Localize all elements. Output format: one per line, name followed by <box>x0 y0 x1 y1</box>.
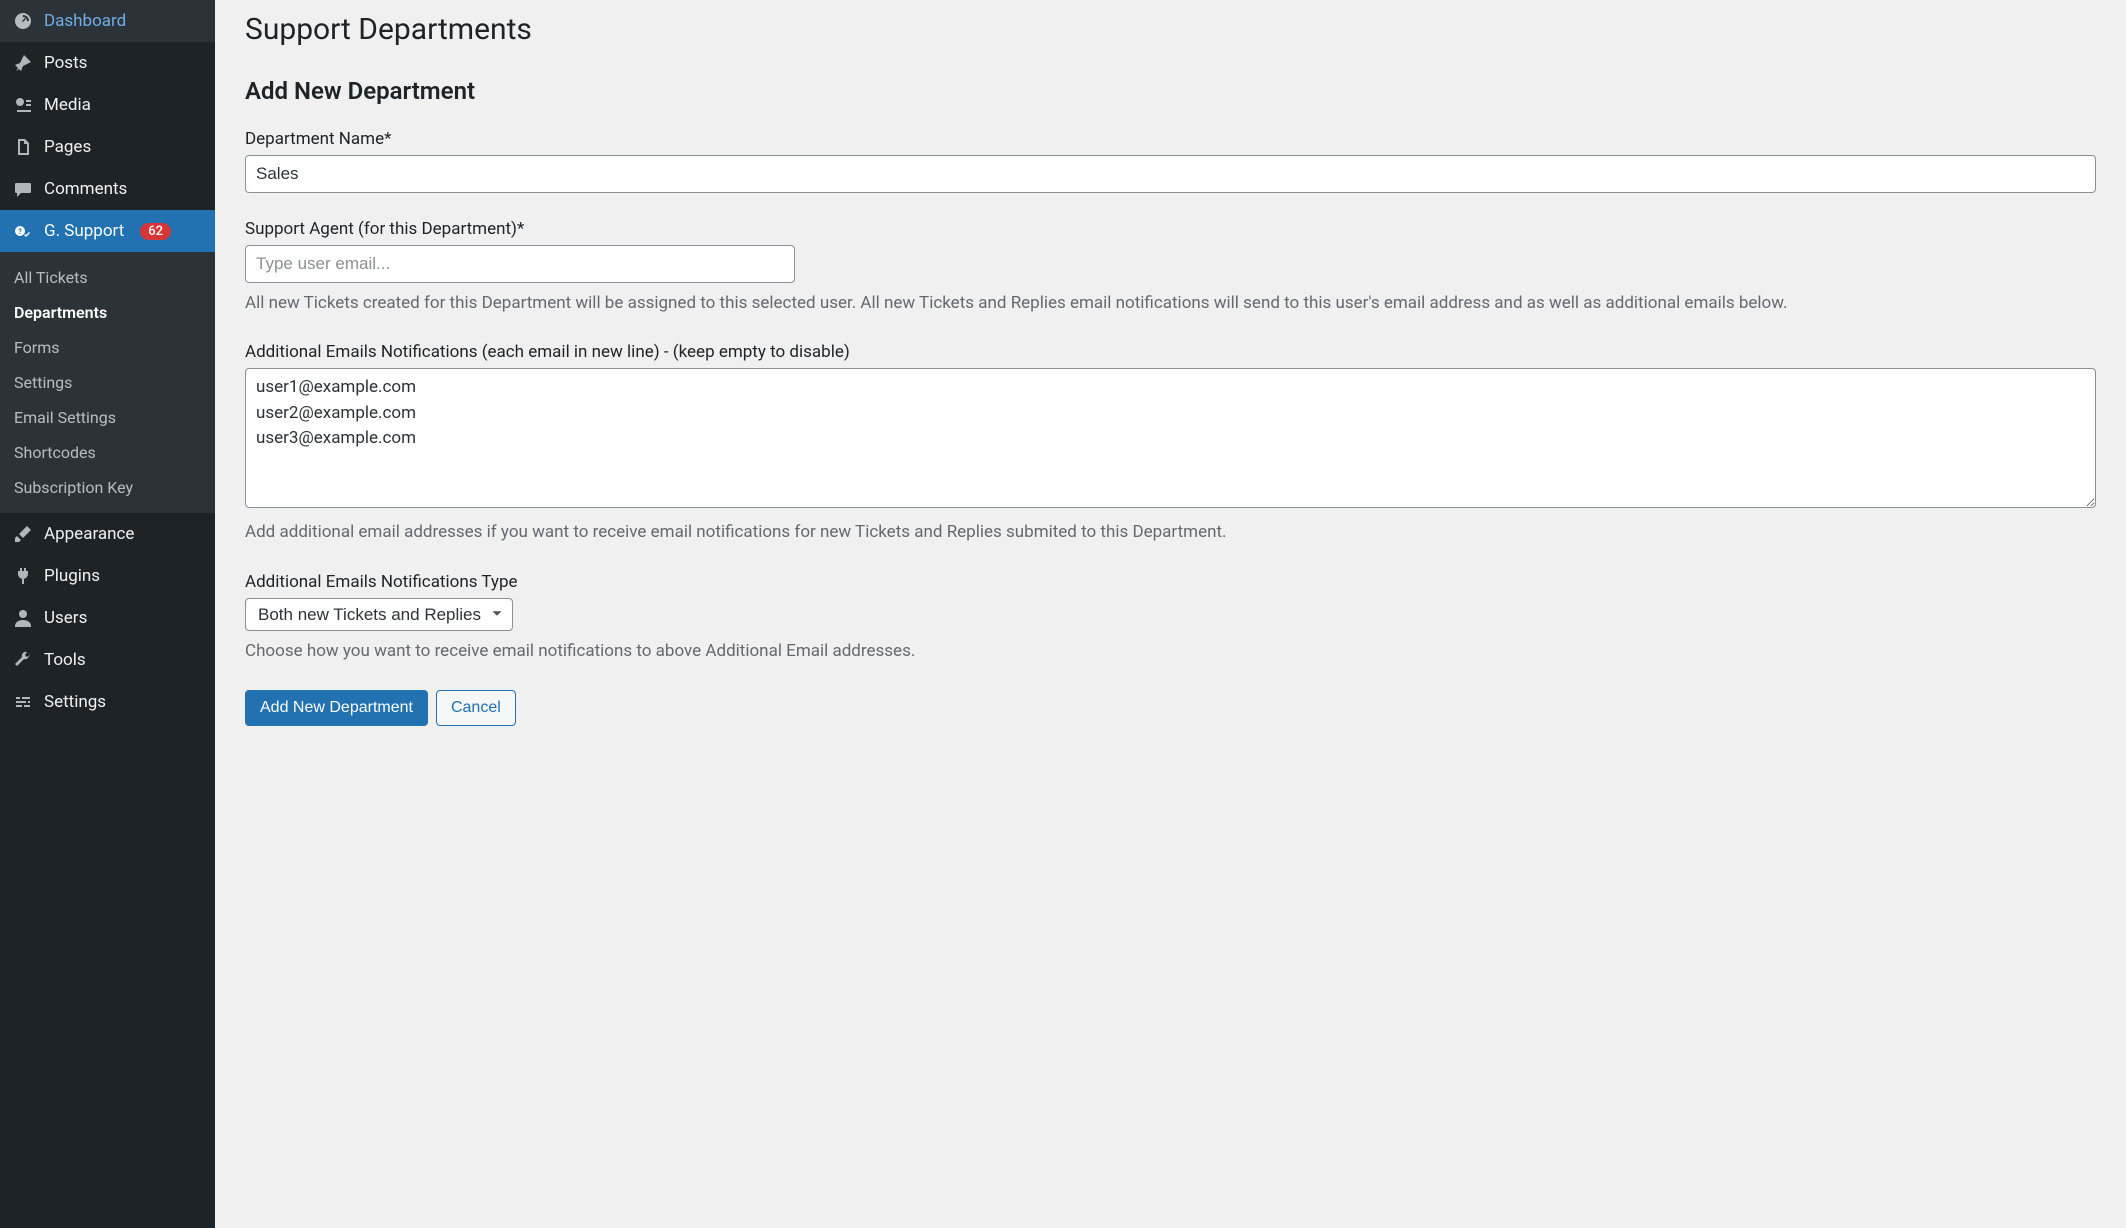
form-actions: Add New Department Cancel <box>245 690 2096 726</box>
svg-text:?: ? <box>18 228 22 236</box>
menu-label: Pages <box>44 137 91 157</box>
wrench-icon <box>12 649 34 671</box>
notification-type-label: Additional Emails Notifications Type <box>245 572 2096 592</box>
pin-icon <box>12 52 34 74</box>
support-icon: ? <box>12 220 34 242</box>
dept-name-label: Department Name* <box>245 129 2096 149</box>
submenu-shortcodes[interactable]: Shortcodes <box>0 435 215 470</box>
menu-pages[interactable]: Pages <box>0 126 215 168</box>
page-subtitle: Add New Department <box>245 77 2096 105</box>
menu-label: Tools <box>44 650 86 670</box>
submenu-forms[interactable]: Forms <box>0 330 215 365</box>
menu-label: Settings <box>44 692 106 712</box>
dept-name-input[interactable] <box>245 155 2096 193</box>
notification-type-select[interactable]: Both new Tickets and Replies <box>245 598 513 631</box>
support-agent-label: Support Agent (for this Department)* <box>245 219 2096 239</box>
brush-icon <box>12 523 34 545</box>
page-icon <box>12 136 34 158</box>
comment-icon <box>12 178 34 200</box>
notification-type-description: Choose how you want to receive email not… <box>245 639 2096 665</box>
count-badge: 62 <box>140 223 171 240</box>
media-icon <box>12 94 34 116</box>
add-department-button[interactable]: Add New Department <box>245 690 428 726</box>
field-additional-emails: Additional Emails Notifications (each em… <box>245 342 2096 546</box>
submenu-departments[interactable]: Departments <box>0 295 215 330</box>
page-title: Support Departments <box>245 12 2096 47</box>
menu-label: G. Support <box>44 221 124 241</box>
additional-emails-textarea[interactable]: user1@example.com user2@example.com user… <box>245 368 2096 508</box>
field-department-name: Department Name* <box>245 129 2096 193</box>
support-agent-description: All new Tickets created for this Departm… <box>245 291 2096 317</box>
menu-label: Plugins <box>44 566 100 586</box>
menu-plugins[interactable]: Plugins <box>0 555 215 597</box>
menu-label: Comments <box>44 179 127 199</box>
dashboard-icon <box>12 10 34 32</box>
user-icon <box>12 607 34 629</box>
submenu-all-tickets[interactable]: All Tickets <box>0 260 215 295</box>
field-notification-type: Additional Emails Notifications Type Bot… <box>245 572 2096 665</box>
field-support-agent: Support Agent (for this Department)* All… <box>245 219 2096 316</box>
menu-comments[interactable]: Comments <box>0 168 215 210</box>
submenu-subscription-key[interactable]: Subscription Key <box>0 470 215 505</box>
menu-posts[interactable]: Posts <box>0 42 215 84</box>
submenu: All Tickets Departments Forms Settings E… <box>0 252 215 513</box>
menu-media[interactable]: Media <box>0 84 215 126</box>
menu-label: Dashboard <box>44 11 126 31</box>
menu-label: Posts <box>44 53 87 73</box>
main-content: Support Departments Add New Department D… <box>215 0 2126 1228</box>
submenu-email-settings[interactable]: Email Settings <box>0 400 215 435</box>
menu-tools[interactable]: Tools <box>0 639 215 681</box>
menu-settings[interactable]: Settings <box>0 681 215 723</box>
sliders-icon <box>12 691 34 713</box>
cancel-button[interactable]: Cancel <box>436 690 516 726</box>
menu-users[interactable]: Users <box>0 597 215 639</box>
menu-label: Media <box>44 95 91 115</box>
menu-dashboard[interactable]: Dashboard <box>0 0 215 42</box>
support-agent-input[interactable] <box>245 245 795 283</box>
menu-label: Users <box>44 608 87 628</box>
menu-support[interactable]: ? G. Support 62 <box>0 210 215 252</box>
plug-icon <box>12 565 34 587</box>
admin-sidebar: Dashboard Posts Media Pages Comments ? G… <box>0 0 215 1228</box>
menu-appearance[interactable]: Appearance <box>0 513 215 555</box>
additional-emails-description: Add additional email addresses if you wa… <box>245 520 2096 546</box>
menu-label: Appearance <box>44 524 134 544</box>
additional-emails-label: Additional Emails Notifications (each em… <box>245 342 2096 362</box>
main-menu: Dashboard Posts Media Pages Comments ? G… <box>0 0 215 252</box>
submenu-settings[interactable]: Settings <box>0 365 215 400</box>
bottom-menu: Appearance Plugins Users Tools Settings <box>0 513 215 723</box>
